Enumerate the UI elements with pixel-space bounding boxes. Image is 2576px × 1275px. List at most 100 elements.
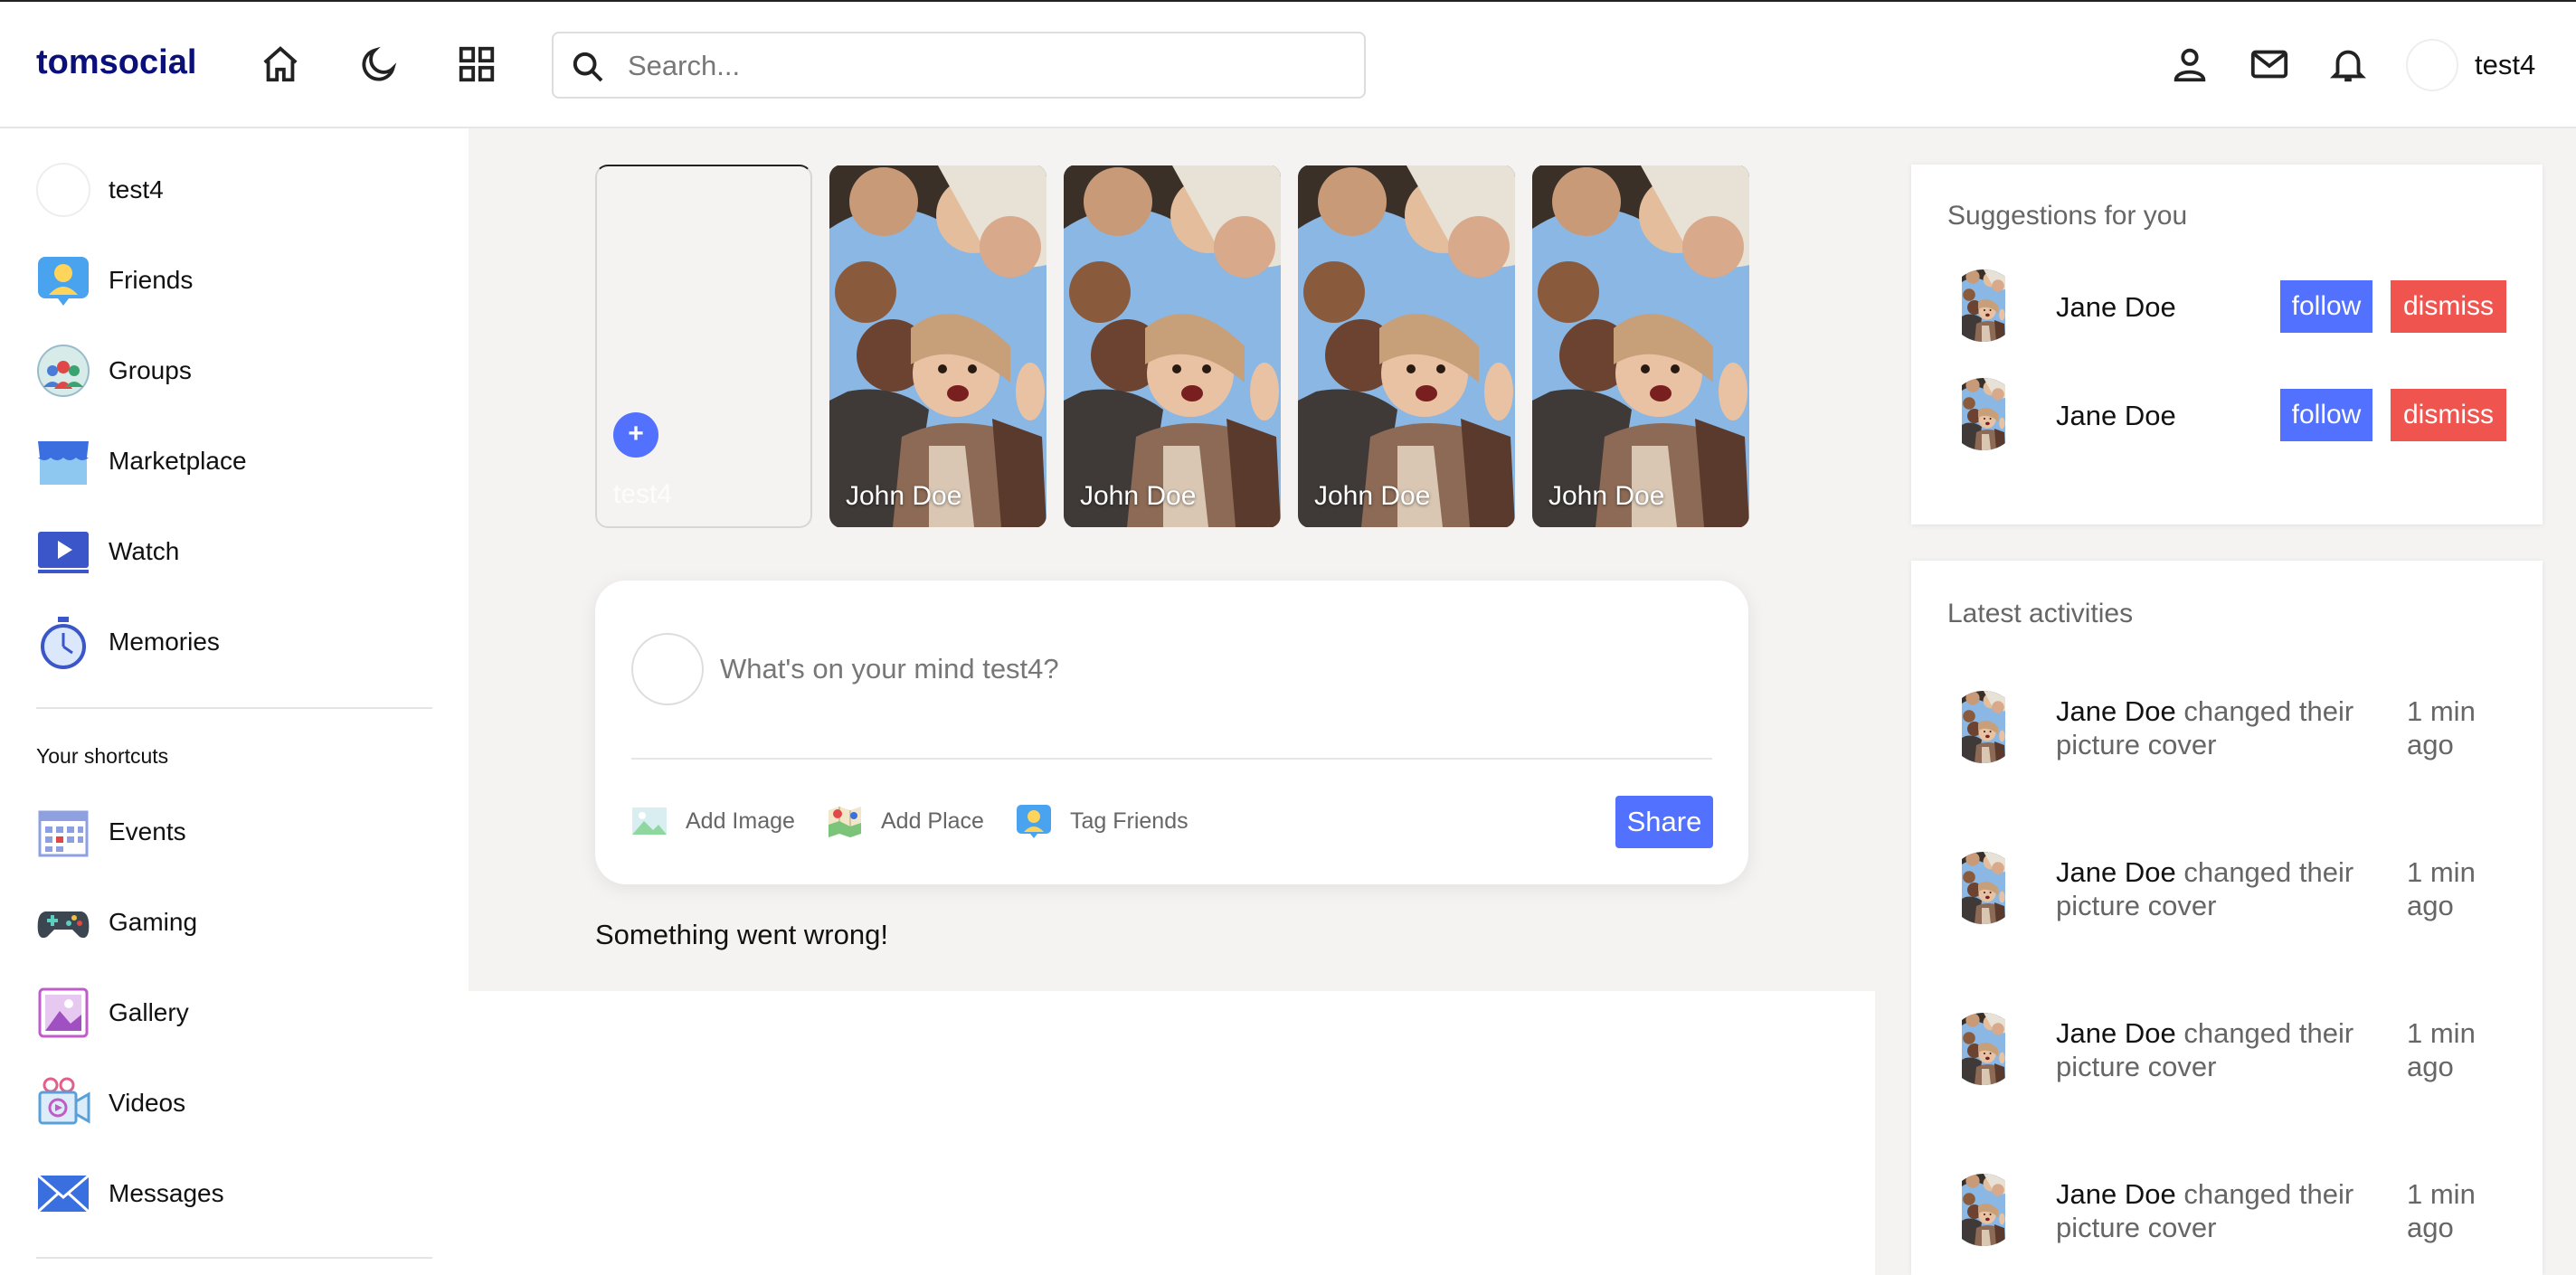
person-icon[interactable] bbox=[2169, 43, 2211, 85]
image-icon bbox=[632, 808, 667, 835]
avatar bbox=[1947, 1013, 2020, 1085]
activity-user[interactable]: Jane Doe bbox=[2056, 1017, 2176, 1049]
activity-user[interactable]: Jane Doe bbox=[2056, 695, 2176, 727]
avatar bbox=[1947, 852, 2020, 924]
follow-button[interactable]: follow bbox=[2280, 280, 2372, 333]
avatar bbox=[1947, 378, 2020, 450]
gaming-icon bbox=[37, 911, 90, 939]
search-input[interactable] bbox=[628, 42, 1333, 90]
story-name: John Doe bbox=[1314, 481, 1431, 511]
mail-icon[interactable] bbox=[2249, 43, 2290, 85]
sidebar-divider bbox=[36, 1257, 432, 1259]
sidebar-divider bbox=[36, 707, 432, 709]
bell-icon[interactable] bbox=[2327, 43, 2369, 85]
avatar bbox=[631, 633, 704, 705]
gallery-icon bbox=[38, 987, 89, 1038]
nav-username[interactable]: test4 bbox=[2475, 49, 2535, 81]
sidebar-item-gallery[interactable]: Gallery bbox=[36, 986, 434, 1044]
search-bar bbox=[552, 32, 1366, 99]
top-navbar: tomsocial test4 bbox=[0, 0, 2576, 128]
friends-icon bbox=[38, 257, 89, 306]
add-place-label: Add Place bbox=[881, 808, 984, 834]
activity-time: 1 min ago bbox=[2407, 856, 2476, 921]
sidebar-item-label: Memories bbox=[109, 628, 220, 656]
activity-user[interactable]: Jane Doe bbox=[2056, 1178, 2176, 1210]
sidebar-item-groups[interactable]: Groups bbox=[36, 344, 434, 401]
post-input[interactable] bbox=[720, 644, 1624, 694]
story-name: John Doe bbox=[1080, 481, 1197, 511]
sidebar-item-gaming[interactable]: Gaming bbox=[36, 895, 434, 953]
sidebar-item-messages[interactable]: Messages bbox=[36, 1166, 434, 1224]
activity-text: Jane Doe changed their picture cover bbox=[2056, 1177, 2391, 1244]
watch-icon bbox=[38, 532, 89, 573]
videos-icon bbox=[38, 1077, 90, 1125]
sidebar-item-watch[interactable]: Watch bbox=[36, 524, 434, 582]
sidebar-item-label: Friends bbox=[109, 266, 194, 294]
sidebar-item-label: Gallery bbox=[109, 998, 189, 1026]
sidebar-item-memories[interactable]: Memories bbox=[36, 615, 434, 673]
sidebar-item-label: Watch bbox=[109, 537, 180, 565]
sidebar-item-label: Videos bbox=[109, 1089, 186, 1117]
sidebar-item-label: Messages bbox=[109, 1179, 224, 1207]
moon-icon[interactable] bbox=[358, 43, 400, 85]
suggestion-name: Jane Doe bbox=[2056, 400, 2176, 431]
suggestions-title: Suggestions for you bbox=[1947, 201, 2188, 231]
story-card[interactable]: John Doe bbox=[1532, 165, 1749, 528]
activity-user[interactable]: Jane Doe bbox=[2056, 856, 2176, 888]
feed-error-message: Something went wrong! bbox=[595, 919, 888, 950]
dismiss-button[interactable]: dismiss bbox=[2391, 389, 2506, 441]
activities-title: Latest activities bbox=[1947, 599, 2134, 628]
feed-area bbox=[469, 991, 1875, 1275]
story-card[interactable]: John Doe bbox=[1064, 165, 1281, 528]
app-logo[interactable]: tomsocial bbox=[36, 43, 196, 82]
story-name: John Doe bbox=[846, 481, 962, 511]
user-avatar[interactable] bbox=[2406, 39, 2458, 91]
sidebar-user-label: test4 bbox=[109, 175, 164, 203]
messages-icon bbox=[36, 1174, 90, 1214]
story-create[interactable]: + test4 bbox=[595, 165, 812, 528]
sidebar-item-videos[interactable]: Videos bbox=[36, 1076, 434, 1134]
sidebar-item-label: Gaming bbox=[109, 908, 198, 936]
activity-time: 1 min ago bbox=[2407, 1178, 2476, 1243]
tag-friends-label: Tag Friends bbox=[1070, 808, 1189, 834]
story-card[interactable]: John Doe bbox=[829, 165, 1046, 528]
marketplace-icon bbox=[38, 441, 89, 485]
left-sidebar: test4 Friends Groups Marketplace Watch M… bbox=[0, 128, 469, 1275]
avatar bbox=[1947, 691, 2020, 763]
add-image-label: Add Image bbox=[686, 808, 795, 834]
story-name: test4 bbox=[613, 479, 673, 509]
share-button[interactable]: Share bbox=[1615, 796, 1713, 848]
shortcuts-heading: Your shortcuts bbox=[36, 744, 169, 768]
grid-icon[interactable] bbox=[456, 43, 497, 85]
sidebar-item-events[interactable]: Events bbox=[36, 805, 434, 863]
home-icon[interactable] bbox=[260, 43, 301, 85]
story-card[interactable]: John Doe bbox=[1298, 165, 1515, 528]
groups-icon bbox=[37, 345, 90, 397]
activity-time: 1 min ago bbox=[2407, 1017, 2476, 1082]
sidebar-item-friends[interactable]: Friends bbox=[36, 253, 434, 311]
story-image bbox=[1064, 165, 1281, 528]
composer-divider bbox=[631, 758, 1712, 760]
avatar bbox=[36, 163, 90, 217]
story-name: John Doe bbox=[1548, 481, 1665, 511]
dismiss-button[interactable]: dismiss bbox=[2391, 280, 2506, 333]
activity-time: 1 min ago bbox=[2407, 695, 2476, 760]
sidebar-item-label: Marketplace bbox=[109, 447, 247, 475]
suggestion-name: Jane Doe bbox=[2056, 291, 2176, 323]
tag-friends-icon bbox=[1017, 805, 1051, 838]
add-story-button[interactable]: + bbox=[613, 412, 658, 458]
story-image bbox=[829, 165, 1046, 528]
activity-text: Jane Doe changed their picture cover bbox=[2056, 1016, 2391, 1083]
search-icon bbox=[573, 52, 603, 82]
follow-button[interactable]: follow bbox=[2280, 389, 2372, 441]
activities-card: Latest activities Jane Doe changed their… bbox=[1911, 561, 2543, 1275]
sidebar-user[interactable]: test4 bbox=[36, 163, 434, 221]
memories-icon bbox=[41, 617, 86, 669]
sidebar-item-label: Events bbox=[109, 817, 186, 845]
story-image bbox=[1298, 165, 1515, 528]
activity-text: Jane Doe changed their picture cover bbox=[2056, 855, 2391, 922]
sidebar-item-marketplace[interactable]: Marketplace bbox=[36, 434, 434, 492]
suggestions-card: Suggestions for you Jane Doe follow dism… bbox=[1911, 165, 2543, 524]
activity-text: Jane Doe changed their picture cover bbox=[2056, 694, 2391, 761]
events-icon bbox=[38, 810, 89, 857]
